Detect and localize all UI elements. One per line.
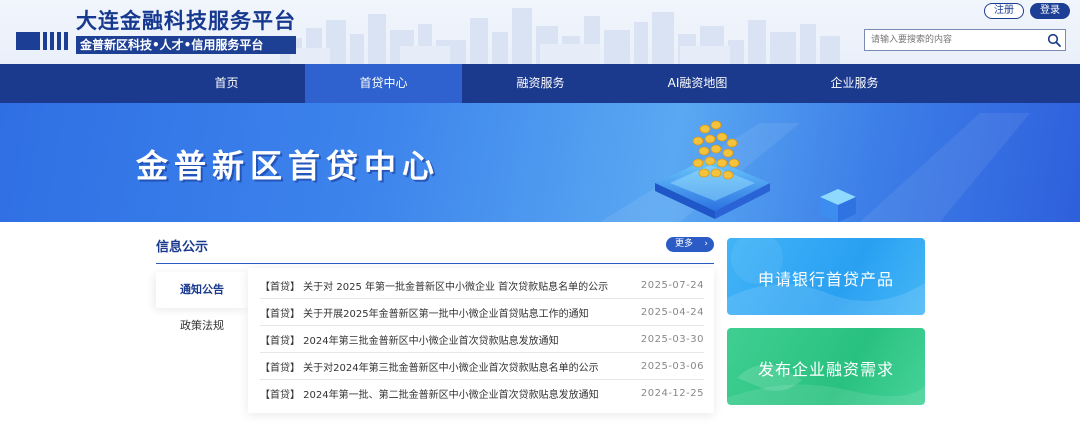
info-section-header: 信息公示 更多 › [156,234,714,264]
main-nav: 首页 首贷中心 融资服务 AI融资地图 企业服务 [0,64,1080,103]
site-title: 大连金融科技服务平台 [76,9,296,33]
notice-item[interactable]: 【首贷】 关于开展2025年金普新区第一批中小微企业首贷贴息工作的通知 2025… [260,299,704,326]
tab-notices[interactable]: 通知公告 [156,272,248,308]
nav-item-ai-financing-map[interactable]: AI融资地图 [619,64,776,103]
apply-first-loan-label: 申请银行首贷产品 [757,270,894,289]
notice-title: 【首贷】 关于开展2025年金普新区第一批中小微企业首贷贴息工作的通知 [260,308,589,320]
search-icon[interactable] [1043,30,1065,50]
content-area: 信息公示 更多 › 通知公告 政策法规 【首贷】 关于对 2025 年第一批金普… [0,222,1080,430]
site-header: 大连金融科技服务平台 金普新区科技•人才•信用服务平台 注册 登录 [0,0,1080,64]
coin-platform-illustration [600,113,1030,222]
register-button[interactable]: 注册 [984,3,1024,19]
notice-item[interactable]: 【首贷】 2024年第一批、第二批金普新区中小微企业首次贷款贴息发放通知 202… [260,380,704,407]
site-subtitle: 金普新区科技•人才•信用服务平台 [76,36,296,54]
notice-title: 【首贷】 2024年第一批、第二批金普新区中小微企业首次贷款贴息发放通知 [260,390,599,401]
banner-title: 金普新区首贷中心 [136,147,441,185]
login-button[interactable]: 登录 [1030,3,1070,19]
nav-item-home[interactable]: 首页 [148,64,305,103]
notice-date: 2025-04-24 [640,306,704,318]
auth-buttons: 注册 登录 [984,3,1070,19]
tab-policies[interactable]: 政策法规 [156,308,248,344]
hero-banner: 金普新区首贷中心 [0,103,1080,222]
search-box [864,29,1066,51]
nav-item-first-loan-center[interactable]: 首贷中心 [305,64,462,103]
apply-first-loan-card[interactable]: 申请银行首贷产品 [727,238,925,315]
search-input[interactable] [865,30,1043,50]
notice-title: 【首贷】 关于对 2025 年第一批金普新区中小微企业 首次贷款贴息名单的公示 [260,281,609,293]
notice-item[interactable]: 【首贷】 2024年第三批金普新区中小微企业首次贷款贴息发放通知 2025-03… [260,326,704,353]
notice-item[interactable]: 【首贷】 关于对2024年第三批金普新区中小微企业首次贷款贴息名单的公示 202… [260,353,704,380]
publish-financing-demand-label: 发布企业融资需求 [757,360,894,379]
info-section-title: 信息公示 [156,240,209,255]
chevron-right-icon: › [704,239,708,249]
notice-date: 2025-03-30 [640,333,704,345]
nav-item-financing-services[interactable]: 融资服务 [462,64,619,103]
site-logo[interactable]: 大连金融科技服务平台 金普新区科技•人才•信用服务平台 [16,8,296,54]
notice-list: 【首贷】 关于对 2025 年第一批金普新区中小微企业 首次贷款贴息名单的公示 … [248,268,714,413]
info-tabs: 通知公告 政策法规 [156,272,248,344]
notice-item[interactable]: 【首贷】 关于对 2025 年第一批金普新区中小微企业 首次贷款贴息名单的公示 … [260,272,704,299]
notice-date: 2024-12-25 [640,388,704,399]
nav-item-enterprise-services[interactable]: 企业服务 [776,64,933,103]
publish-financing-demand-card[interactable]: 发布企业融资需求 [727,328,925,405]
city-skyline-decoration [280,8,840,64]
more-button-label: 更多 [675,239,694,249]
more-button[interactable]: 更多 › [666,237,714,252]
notice-date: 2025-07-24 [640,279,704,291]
notice-title: 【首贷】 关于对2024年第三批金普新区中小微企业首次贷款贴息名单的公示 [260,362,599,374]
notice-date: 2025-03-06 [640,360,704,372]
notice-title: 【首贷】 2024年第三批金普新区中小微企业首次贷款贴息发放通知 [260,335,559,347]
logo-mark-icon [16,32,68,50]
